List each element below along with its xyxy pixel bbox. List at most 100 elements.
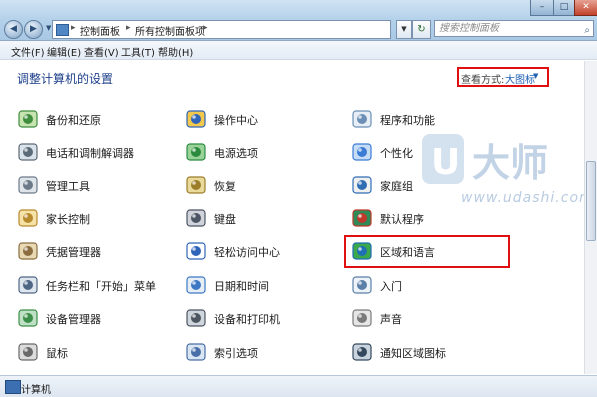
control-panel-item[interactable]: 操作中心 — [185, 107, 335, 133]
control-panel-item[interactable]: 个性化 — [351, 140, 501, 166]
control-panel-item-label: 个性化 — [380, 147, 413, 160]
control-panel-item-label: 电话和调制解调器 — [46, 147, 134, 160]
menu-tools[interactable]: 工具(T) — [121, 44, 155, 59]
control-panel-item[interactable]: 键盘 — [185, 206, 335, 232]
breadcrumb-separator-icon[interactable]: ▸ — [126, 23, 131, 33]
control-panel-item-label: 索引选项 — [214, 347, 258, 360]
personalization-icon — [352, 143, 372, 161]
sound-icon — [352, 309, 372, 327]
minimize-button[interactable]: – — [530, 0, 554, 16]
address-history-dropdown-icon[interactable]: ▼ — [396, 20, 412, 39]
programs-icon — [352, 110, 372, 128]
control-panel-item[interactable]: 入门 — [351, 273, 501, 299]
control-panel-item-label: 凭据管理器 — [46, 246, 101, 259]
menu-view[interactable]: 查看(V) — [84, 44, 119, 59]
ease-of-access-icon — [186, 242, 206, 260]
vertical-scrollbar[interactable] — [584, 61, 597, 374]
recent-pages-dropdown-icon[interactable]: ▼ — [46, 24, 51, 32]
keyboard-icon — [186, 209, 206, 227]
backup-icon — [18, 110, 38, 128]
control-panel-item-label: 家庭组 — [380, 180, 413, 193]
control-panel-item[interactable]: 凭据管理器 — [17, 239, 167, 265]
control-panel-item[interactable]: 默认程序 — [351, 206, 501, 232]
status-bar: 计算机 — [0, 375, 597, 397]
view-by-chevron-down-icon[interactable]: ▼ — [533, 72, 538, 80]
search-placeholder: 搜索控制面板 — [439, 23, 499, 34]
address-toolbar: ◀ ▶ ▼ ▸ 控制面板 ▸ 所有控制面板项 ▸ ▼ ↻ 搜索控制面板 ⌕ – … — [0, 0, 597, 41]
control-panel-item[interactable]: 程序和功能 — [351, 107, 501, 133]
search-input[interactable]: 搜索控制面板 ⌕ — [434, 20, 594, 37]
control-panel-window: ◀ ▶ ▼ ▸ 控制面板 ▸ 所有控制面板项 ▸ ▼ ↻ 搜索控制面板 ⌕ – … — [0, 0, 597, 397]
refresh-icon[interactable]: ↻ — [412, 20, 431, 39]
view-by-label: 查看方式: — [461, 75, 505, 86]
control-panel-item-label: 程序和功能 — [380, 114, 435, 127]
control-panel-item[interactable]: 任务栏和「开始」菜单 — [17, 273, 167, 299]
menu-edit[interactable]: 编辑(E) — [47, 44, 81, 59]
breadcrumb-separator-icon[interactable]: ▸ — [71, 23, 76, 33]
back-button[interactable]: ◀ — [4, 20, 23, 39]
breadcrumb-control-panel[interactable]: 控制面板 — [80, 23, 120, 38]
search-icon[interactable]: ⌕ — [584, 23, 590, 38]
control-panel-item[interactable]: 设备管理器 — [17, 306, 167, 332]
control-panel-item-label: 任务栏和「开始」菜单 — [46, 280, 156, 293]
control-panel-item-label: 日期和时间 — [214, 280, 269, 293]
forward-button[interactable]: ▶ — [24, 20, 43, 39]
menu-file[interactable]: 文件(F) — [11, 44, 45, 59]
indexing-options-icon — [186, 343, 206, 361]
control-panel-item[interactable]: 轻松访问中心 — [185, 239, 335, 265]
address-bar[interactable]: ▸ 控制面板 ▸ 所有控制面板项 ▸ — [52, 20, 391, 39]
control-panel-item[interactable]: 索引选项 — [185, 340, 335, 366]
recovery-icon — [186, 176, 206, 194]
scrollbar-thumb[interactable] — [586, 161, 596, 241]
control-panel-item[interactable]: 管理工具 — [17, 173, 167, 199]
control-panel-item-label: 设备和打印机 — [214, 313, 280, 326]
control-panel-item-label: 鼠标 — [46, 347, 68, 360]
parental-controls-icon — [18, 209, 38, 227]
control-panel-item-label: 声音 — [380, 313, 402, 326]
control-panel-item-label: 入门 — [380, 280, 402, 293]
page-title: 调整计算机的设置 — [17, 72, 114, 86]
maximize-button[interactable]: □ — [553, 0, 575, 16]
close-button[interactable]: ✕ — [574, 0, 597, 16]
control-panel-item-label: 管理工具 — [46, 180, 90, 193]
default-programs-icon — [352, 209, 372, 227]
control-panel-item-label: 备份和还原 — [46, 114, 101, 127]
control-panel-item-label: 键盘 — [214, 213, 236, 226]
control-panel-item-label: 电源选项 — [214, 147, 258, 160]
date-time-icon — [186, 276, 206, 294]
breadcrumb-all-items[interactable]: 所有控制面板项 — [135, 23, 205, 38]
control-panel-item[interactable]: 鼠标 — [17, 340, 167, 366]
control-panel-item[interactable]: 通知区域图标 — [351, 340, 501, 366]
control-panel-item[interactable]: 家庭组 — [351, 173, 501, 199]
control-panel-item[interactable]: 备份和还原 — [17, 107, 167, 133]
admin-tools-icon — [18, 176, 38, 194]
control-panel-item-label: 操作中心 — [214, 114, 258, 127]
status-text: 计算机 — [21, 385, 51, 396]
menu-help[interactable]: 帮助(H) — [158, 44, 193, 59]
control-panel-item[interactable]: 设备和打印机 — [185, 306, 335, 332]
control-panel-item[interactable]: 家长控制 — [17, 206, 167, 232]
getting-started-icon — [352, 276, 372, 294]
control-panel-item-label: 轻松访问中心 — [214, 246, 280, 259]
taskbar-icon — [18, 276, 38, 294]
control-panel-item[interactable]: 电源选项 — [185, 140, 335, 166]
control-panel-item[interactable]: 电话和调制解调器 — [17, 140, 167, 166]
control-panel-item-label: 恢复 — [214, 180, 236, 193]
menu-bar: 文件(F) 编辑(E) 查看(V) 工具(T) 帮助(H) — [0, 41, 597, 60]
control-panel-item[interactable]: 日期和时间 — [185, 273, 335, 299]
mouse-icon — [18, 343, 38, 361]
homegroup-icon — [352, 176, 372, 194]
control-panel-icon — [56, 24, 69, 36]
power-options-icon — [186, 143, 206, 161]
phone-modem-icon — [18, 143, 38, 161]
notification-area-icon — [352, 343, 372, 361]
breadcrumb-separator-icon[interactable]: ▸ — [203, 23, 208, 33]
control-panel-item[interactable]: 恢复 — [185, 173, 335, 199]
computer-icon — [5, 380, 21, 394]
device-manager-icon — [18, 309, 38, 327]
control-panel-item[interactable]: 声音 — [351, 306, 501, 332]
action-center-flag-icon — [186, 110, 206, 128]
control-panel-item-label: 默认程序 — [380, 213, 424, 226]
control-panel-item-label: 家长控制 — [46, 213, 90, 226]
view-by-dropdown[interactable]: 大图标 — [505, 71, 535, 86]
